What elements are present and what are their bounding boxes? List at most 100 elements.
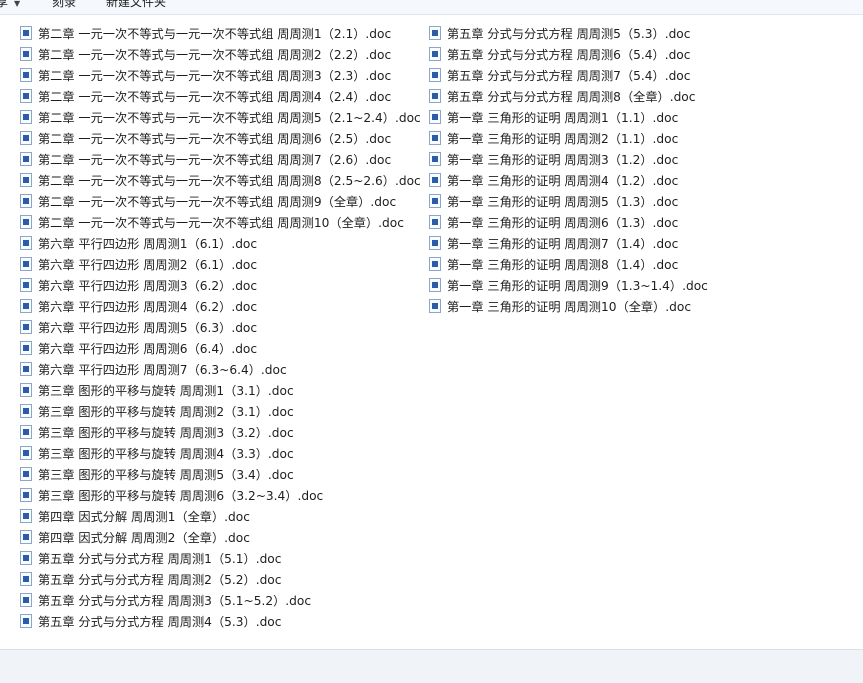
file-item[interactable]: 第五章 分式与分式方程 周周测4（5.3）.doc: [20, 610, 421, 631]
file-item[interactable]: 第二章 一元一次不等式与一元一次不等式组 周周测3（2.3）.doc: [20, 64, 421, 85]
word-document-icon: [20, 151, 32, 166]
file-item[interactable]: 第二章 一元一次不等式与一元一次不等式组 周周测4（2.4）.doc: [20, 85, 421, 106]
file-name: 第五章 分式与分式方程 周周测5（5.3）.doc: [447, 26, 691, 41]
file-name: 第一章 三角形的证明 周周测4（1.2）.doc: [447, 173, 679, 188]
word-document-icon: [429, 172, 441, 187]
file-item[interactable]: 第五章 分式与分式方程 周周测6（5.4）.doc: [429, 43, 708, 64]
word-document-icon: [20, 424, 32, 439]
file-name: 第五章 分式与分式方程 周周测8（全章）.doc: [447, 89, 696, 104]
word-document-icon: [429, 67, 441, 82]
file-name: 第三章 图形的平移与旋转 周周测6（3.2~3.4）.doc: [38, 488, 324, 503]
file-name: 第六章 平行四边形 周周测3（6.2）.doc: [38, 278, 258, 293]
file-item[interactable]: 第一章 三角形的证明 周周测10（全章）.doc: [429, 295, 708, 316]
file-name: 第三章 图形的平移与旋转 周周测3（3.2）.doc: [38, 425, 294, 440]
file-name: 第五章 分式与分式方程 周周测7（5.4）.doc: [447, 68, 691, 83]
organize-button[interactable]: 享: [0, 0, 8, 10]
file-item[interactable]: 第二章 一元一次不等式与一元一次不等式组 周周测8（2.5~2.6）.doc: [20, 169, 421, 190]
file-item[interactable]: 第一章 三角形的证明 周周测9（1.3~1.4）.doc: [429, 274, 708, 295]
file-item[interactable]: 第二章 一元一次不等式与一元一次不等式组 周周测9（全章）.doc: [20, 190, 421, 211]
file-item[interactable]: 第一章 三角形的证明 周周测7（1.4）.doc: [429, 232, 708, 253]
word-document-icon: [20, 529, 32, 544]
file-name: 第五章 分式与分式方程 周周测3（5.1~5.2）.doc: [38, 593, 312, 608]
word-document-icon: [20, 214, 32, 229]
word-document-icon: [20, 67, 32, 82]
burn-button[interactable]: 刻录: [52, 0, 76, 10]
file-item[interactable]: 第六章 平行四边形 周周测3（6.2）.doc: [20, 274, 421, 295]
file-column-left: 第二章 一元一次不等式与一元一次不等式组 周周测1（2.1）.doc 第二章 一元…: [20, 22, 421, 631]
word-document-icon: [429, 214, 441, 229]
word-document-icon: [20, 571, 32, 586]
file-item[interactable]: 第三章 图形的平移与旋转 周周测3（3.2）.doc: [20, 421, 421, 442]
file-item[interactable]: 第二章 一元一次不等式与一元一次不等式组 周周测2（2.2）.doc: [20, 43, 421, 64]
word-document-icon: [20, 88, 32, 103]
file-item[interactable]: 第六章 平行四边形 周周测7（6.3~6.4）.doc: [20, 358, 421, 379]
file-item[interactable]: 第六章 平行四边形 周周测1（6.1）.doc: [20, 232, 421, 253]
word-document-icon: [20, 445, 32, 460]
file-name: 第二章 一元一次不等式与一元一次不等式组 周周测4（2.4）.doc: [38, 89, 392, 104]
file-name: 第四章 因式分解 周周测1（全章）.doc: [38, 509, 250, 524]
file-item[interactable]: 第三章 图形的平移与旋转 周周测5（3.4）.doc: [20, 463, 421, 484]
file-item[interactable]: 第五章 分式与分式方程 周周测3（5.1~5.2）.doc: [20, 589, 421, 610]
file-item[interactable]: 第三章 图形的平移与旋转 周周测1（3.1）.doc: [20, 379, 421, 400]
explorer-toolbar: 享 ▼ 刻录 新建文件夹: [0, 0, 863, 15]
file-item[interactable]: 第二章 一元一次不等式与一元一次不等式组 周周测5（2.1~2.4）.doc: [20, 106, 421, 127]
file-item[interactable]: 第一章 三角形的证明 周周测8（1.4）.doc: [429, 253, 708, 274]
file-name: 第三章 图形的平移与旋转 周周测2（3.1）.doc: [38, 404, 294, 419]
file-item[interactable]: 第一章 三角形的证明 周周测1（1.1）.doc: [429, 106, 708, 127]
file-item[interactable]: 第二章 一元一次不等式与一元一次不等式组 周周测7（2.6）.doc: [20, 148, 421, 169]
file-item[interactable]: 第五章 分式与分式方程 周周测8（全章）.doc: [429, 85, 708, 106]
file-item[interactable]: 第五章 分式与分式方程 周周测5（5.3）.doc: [429, 22, 708, 43]
file-item[interactable]: 第五章 分式与分式方程 周周测1（5.1）.doc: [20, 547, 421, 568]
file-item[interactable]: 第六章 平行四边形 周周测2（6.1）.doc: [20, 253, 421, 274]
file-item[interactable]: 第五章 分式与分式方程 周周测7（5.4）.doc: [429, 64, 708, 85]
file-name: 第五章 分式与分式方程 周周测4（5.3）.doc: [38, 614, 282, 629]
new-folder-button[interactable]: 新建文件夹: [106, 0, 166, 10]
file-item[interactable]: 第五章 分式与分式方程 周周测2（5.2）.doc: [20, 568, 421, 589]
file-item[interactable]: 第三章 图形的平移与旋转 周周测6（3.2~3.4）.doc: [20, 484, 421, 505]
word-document-icon: [20, 361, 32, 376]
file-item[interactable]: 第一章 三角形的证明 周周测3（1.2）.doc: [429, 148, 708, 169]
file-name: 第六章 平行四边形 周周测5（6.3）.doc: [38, 320, 258, 335]
file-name: 第三章 图形的平移与旋转 周周测5（3.4）.doc: [38, 467, 294, 482]
file-item[interactable]: 第一章 三角形的证明 周周测2（1.1）.doc: [429, 127, 708, 148]
word-document-icon: [20, 109, 32, 124]
file-item[interactable]: 第三章 图形的平移与旋转 周周测4（3.3）.doc: [20, 442, 421, 463]
file-item[interactable]: 第二章 一元一次不等式与一元一次不等式组 周周测10（全章）.doc: [20, 211, 421, 232]
file-item[interactable]: 第一章 三角形的证明 周周测4（1.2）.doc: [429, 169, 708, 190]
word-document-icon: [20, 25, 32, 40]
file-name: 第五章 分式与分式方程 周周测6（5.4）.doc: [447, 47, 691, 62]
file-name: 第二章 一元一次不等式与一元一次不等式组 周周测2（2.2）.doc: [38, 47, 392, 62]
file-item[interactable]: 第六章 平行四边形 周周测6（6.4）.doc: [20, 337, 421, 358]
word-document-icon: [20, 550, 32, 565]
word-document-icon: [429, 256, 441, 271]
word-document-icon: [20, 193, 32, 208]
word-document-icon: [20, 592, 32, 607]
file-item[interactable]: 第六章 平行四边形 周周测4（6.2）.doc: [20, 295, 421, 316]
file-item[interactable]: 第四章 因式分解 周周测2（全章）.doc: [20, 526, 421, 547]
file-item[interactable]: 第二章 一元一次不等式与一元一次不等式组 周周测1（2.1）.doc: [20, 22, 421, 43]
file-name: 第六章 平行四边形 周周测2（6.1）.doc: [38, 257, 258, 272]
word-document-icon: [20, 298, 32, 313]
file-name: 第一章 三角形的证明 周周测7（1.4）.doc: [447, 236, 679, 251]
file-name: 第三章 图形的平移与旋转 周周测1（3.1）.doc: [38, 383, 294, 398]
word-document-icon: [20, 319, 32, 334]
file-item[interactable]: 第一章 三角形的证明 周周测6（1.3）.doc: [429, 211, 708, 232]
file-name: 第二章 一元一次不等式与一元一次不等式组 周周测6（2.5）.doc: [38, 131, 392, 146]
file-item[interactable]: 第四章 因式分解 周周测1（全章）.doc: [20, 505, 421, 526]
word-document-icon: [20, 403, 32, 418]
word-document-icon: [20, 340, 32, 355]
file-name: 第二章 一元一次不等式与一元一次不等式组 周周测7（2.6）.doc: [38, 152, 392, 167]
file-item[interactable]: 第一章 三角形的证明 周周测5（1.3）.doc: [429, 190, 708, 211]
word-document-icon: [20, 256, 32, 271]
file-item[interactable]: 第二章 一元一次不等式与一元一次不等式组 周周测6（2.5）.doc: [20, 127, 421, 148]
word-document-icon: [429, 298, 441, 313]
word-document-icon: [429, 130, 441, 145]
chevron-down-icon[interactable]: ▼: [14, 0, 20, 8]
file-name: 第一章 三角形的证明 周周测6（1.3）.doc: [447, 215, 679, 230]
file-item[interactable]: 第三章 图形的平移与旋转 周周测2（3.1）.doc: [20, 400, 421, 421]
word-document-icon: [20, 235, 32, 250]
file-name: 第六章 平行四边形 周周测7（6.3~6.4）.doc: [38, 362, 287, 377]
file-name: 第五章 分式与分式方程 周周测2（5.2）.doc: [38, 572, 282, 587]
word-document-icon: [20, 466, 32, 481]
file-item[interactable]: 第六章 平行四边形 周周测5（6.3）.doc: [20, 316, 421, 337]
